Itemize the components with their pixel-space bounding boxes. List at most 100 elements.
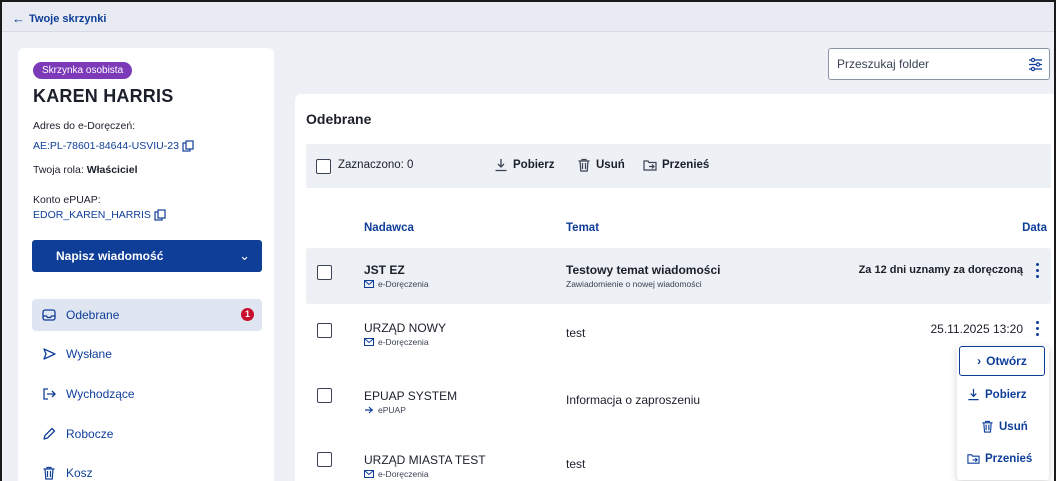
outbox-icon	[43, 388, 56, 400]
message-channel: e-Doręczenia	[364, 337, 429, 347]
menu-item-move[interactable]: Przenieś	[967, 452, 1032, 465]
menu-item-delete[interactable]: Usuń	[981, 420, 1028, 433]
message-row[interactable]: JST EZ e-Doręczenia Testowy temat wiadom…	[306, 248, 1051, 304]
send-icon	[43, 348, 56, 360]
trash-icon	[982, 420, 993, 433]
message-channel: ePUAP	[364, 405, 406, 415]
delete-label: Usuń	[596, 159, 625, 171]
row-action-menu: › Otwórz Pobierz Usuń Przenieś	[957, 346, 1049, 480]
message-subject: Testowy temat wiadomości	[566, 263, 721, 277]
message-channel: e-Doręczenia	[364, 279, 429, 289]
select-all-checkbox[interactable]	[316, 159, 331, 174]
nav-item-label: Wychodzące	[66, 387, 135, 401]
row-checkbox[interactable]	[317, 388, 332, 403]
message-row[interactable]: URZĄD MIASTA TEST e-Doręczenia test 08	[306, 432, 1051, 481]
message-subject-note: Zawiadomienie o nowej wiadomości	[566, 279, 702, 289]
download-icon	[968, 388, 979, 401]
selected-count: Zaznaczono: 0	[338, 159, 414, 171]
row-menu-icon[interactable]	[1033, 319, 1041, 337]
message-subject: test	[566, 457, 586, 471]
back-link[interactable]: ← Twoje skrzynki	[12, 11, 106, 26]
move-button[interactable]: Przenieś	[643, 158, 709, 172]
arrow-left-icon: ←	[12, 11, 25, 26]
message-date: 25.11.2025 13:20	[930, 322, 1023, 336]
chevron-down-icon: ⌄	[239, 248, 250, 263]
nav-item-sent[interactable]: Wysłane	[32, 338, 262, 370]
message-row[interactable]: EPUAP SYSTEM ePUAP Informacja o zaprosze…	[306, 368, 1051, 424]
epuap-link[interactable]: EDOR_KAREN_HARRIS	[33, 209, 166, 221]
role-label: Twoja rola:	[33, 164, 84, 176]
row-checkbox[interactable]	[317, 323, 332, 338]
address-label: Adres do e-Doręczeń:	[33, 120, 136, 132]
nav-item-outbox[interactable]: Wychodzące	[32, 378, 262, 410]
channel-label: ePUAP	[378, 405, 406, 415]
back-link-label: Twoje skrzynki	[29, 12, 107, 25]
channel-label: e-Doręczenia	[378, 469, 429, 479]
mailbox-type-badge: Skrzynka osobista	[33, 62, 133, 79]
compose-label: Napisz wiadomość	[56, 249, 164, 263]
role-value: Właściciel	[86, 164, 138, 176]
message-subject: test	[566, 326, 586, 340]
menu-item-label: Usuń	[999, 420, 1028, 433]
filter-icon[interactable]	[1028, 57, 1043, 72]
bulk-toolbar: Zaznaczono: 0 Pobierz Usuń Przenieś	[306, 144, 1051, 188]
menu-item-label: Pobierz	[985, 388, 1027, 401]
column-header-subject[interactable]: Temat	[566, 222, 599, 234]
message-row[interactable]: URZĄD NOWY e-Doręczenia test 25.11.2025 …	[306, 306, 1051, 362]
copy-icon[interactable]	[154, 209, 166, 221]
message-date: Za 12 dni uznamy za doręczoną	[858, 264, 1023, 276]
folder-title: Odebrane	[306, 111, 372, 127]
download-button[interactable]: Pobierz	[494, 158, 555, 172]
message-sender: URZĄD MIASTA TEST	[364, 453, 486, 467]
download-icon	[495, 159, 507, 172]
column-header-date[interactable]: Data	[1022, 222, 1047, 234]
move-folder-icon	[967, 454, 980, 464]
envelope-icon	[364, 470, 374, 478]
compose-button[interactable]: Napisz wiadomość ⌄	[32, 240, 262, 272]
epuap-icon	[365, 406, 373, 414]
address-value: AE:PL-78601-84644-USVIU-23	[33, 140, 179, 152]
channel-label: e-Doręczenia	[378, 337, 429, 347]
envelope-icon	[364, 338, 374, 346]
nav-item-label: Wysłane	[66, 347, 112, 361]
search-input[interactable]	[837, 55, 1017, 73]
epuap-label: Konto ePUAP:	[33, 194, 101, 206]
chevron-right-icon: ›	[977, 354, 982, 368]
nav-item-drafts[interactable]: Robocze	[32, 418, 262, 450]
message-sender: EPUAP SYSTEM	[364, 389, 458, 403]
address-link[interactable]: AE:PL-78601-84644-USVIU-23	[33, 140, 194, 152]
nav-item-label: Odebrane	[66, 308, 120, 322]
message-sender: URZĄD NOWY	[364, 321, 446, 335]
nav-item-trash[interactable]: Kosz	[32, 457, 262, 481]
download-label: Pobierz	[513, 159, 555, 171]
row-checkbox[interactable]	[317, 452, 332, 467]
message-sender: JST EZ	[364, 263, 405, 277]
column-header-sender[interactable]: Nadawca	[364, 222, 414, 234]
envelope-icon	[364, 280, 374, 288]
copy-icon[interactable]	[182, 140, 194, 152]
row-checkbox[interactable]	[317, 265, 332, 280]
trash-icon	[43, 466, 55, 480]
menu-item-download[interactable]: Pobierz	[967, 388, 1027, 401]
nav-item-inbox[interactable]: Odebrane 1	[32, 299, 262, 331]
move-label: Przenieś	[662, 159, 710, 171]
unread-count-badge: 1	[241, 308, 254, 321]
channel-label: e-Doręczenia	[378, 279, 429, 289]
menu-item-label: Przenieś	[985, 452, 1033, 465]
inbox-icon	[42, 309, 56, 321]
delete-button[interactable]: Usuń	[577, 158, 625, 172]
trash-icon	[578, 158, 590, 172]
message-channel: e-Doręczenia	[364, 469, 429, 479]
role-line: Twoja rola: Właściciel	[33, 164, 137, 176]
top-bar: ← Twoje skrzynki	[2, 2, 1054, 32]
nav-item-label: Kosz	[66, 466, 93, 480]
open-label: Otwórz	[986, 354, 1027, 368]
sidebar: Skrzynka osobista KAREN HARRIS Adres do …	[18, 48, 274, 481]
message-list-panel: Odebrane Zaznaczono: 0 Pobierz Usuń Prze…	[295, 94, 1054, 481]
open-message-button[interactable]: › Otwórz	[959, 346, 1045, 376]
pencil-icon	[43, 427, 56, 440]
row-menu-icon[interactable]	[1033, 261, 1041, 279]
nav-item-label: Robocze	[66, 427, 114, 441]
app-window: ← Twoje skrzynki Skrzynka osobista KAREN…	[0, 0, 1056, 481]
owner-name: KAREN HARRIS	[33, 86, 174, 106]
